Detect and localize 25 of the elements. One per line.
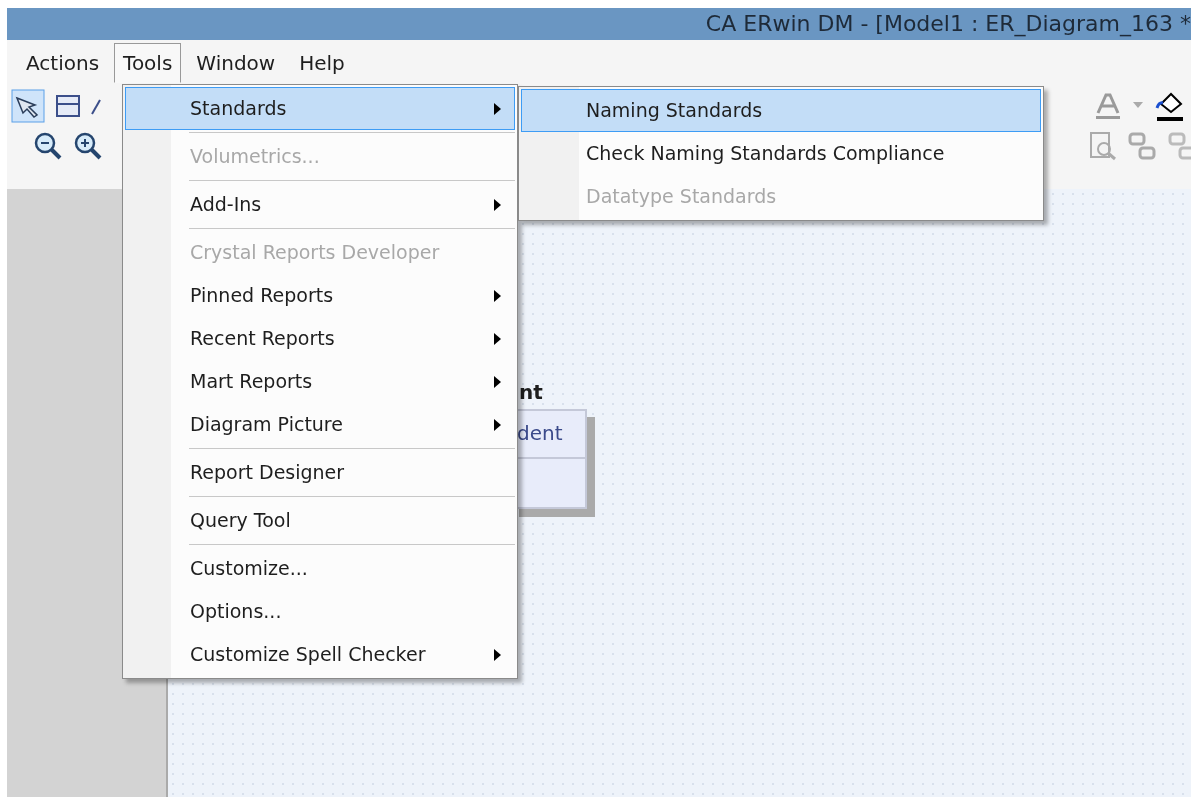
menu-item[interactable]: Customize... [125,547,515,590]
menu-bar-item[interactable]: Window [187,42,285,83]
menu-bar-item[interactable]: Tools [114,42,182,83]
menu-item[interactable]: Report Designer [125,451,515,494]
menu-item[interactable]: Recent Reports [125,317,515,360]
menu-bar-item[interactable]: Actions [17,42,109,83]
font-color-icon[interactable] [1093,91,1123,121]
menu-bar-item[interactable]: Help [290,42,354,83]
menu-item[interactable]: Standards [125,87,515,130]
menu-item[interactable]: Naming Standards [521,89,1041,132]
menu-item[interactable]: Add-Ins [125,183,515,226]
pointer-icon[interactable] [11,89,45,123]
menu-item[interactable]: Options... [125,590,515,633]
menu-item[interactable]: Pinned Reports [125,274,515,317]
zoom-in-icon[interactable] [73,131,103,161]
menu-item[interactable]: Query Tool [125,499,515,542]
entity-name: nt [519,379,543,406]
entity-icon[interactable] [55,94,81,118]
menu-item[interactable]: Diagram Picture [125,403,515,446]
fill-color-icon[interactable] [1153,90,1185,122]
menu-item[interactable]: Mart Reports [125,360,515,403]
menu-item[interactable]: Customize Spell Checker [125,633,515,676]
zoom-out-icon[interactable] [33,131,63,161]
menu-item[interactable]: Check Naming Standards Compliance [521,132,1041,175]
window-title: CA ERwin DM - [Model1 : ER_Diagram_163 * [705,10,1191,39]
